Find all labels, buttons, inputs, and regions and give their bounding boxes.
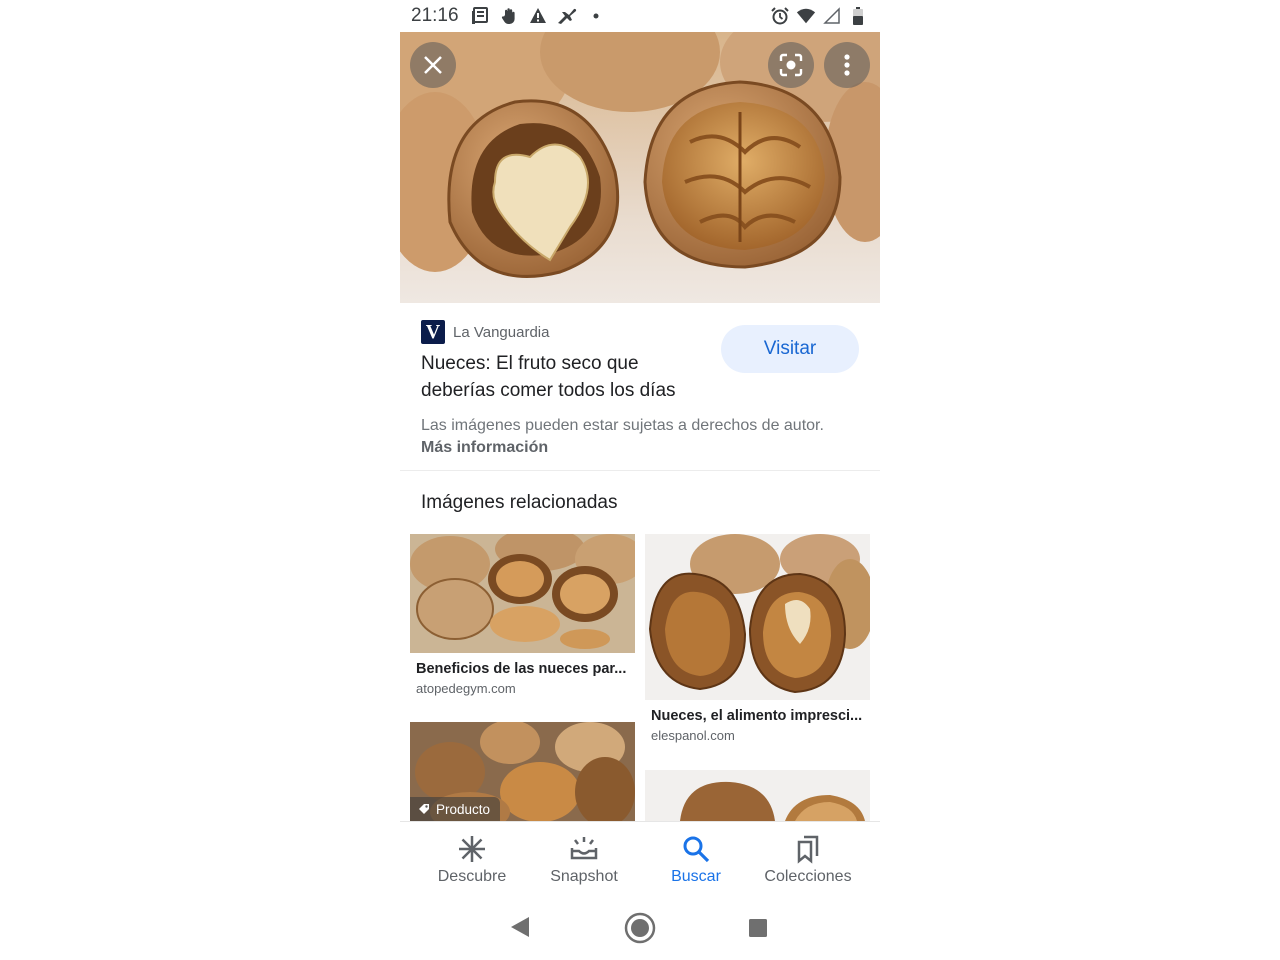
nav-descubre[interactable]: Descubre [416, 822, 528, 897]
battery-icon [848, 6, 868, 26]
status-time: 21:16 [411, 5, 459, 26]
visit-button[interactable]: Visitar [721, 325, 859, 373]
snapshot-icon [570, 837, 598, 860]
copyright-text: Las imágenes pueden estar sujetas a dere… [421, 417, 824, 434]
related-thumbnail [645, 770, 870, 821]
bottom-navigation: Descubre Snapshot Buscar Colecciones [400, 821, 880, 898]
plane-icon [557, 6, 577, 26]
hero-image[interactable] [400, 32, 880, 303]
dot-icon [586, 6, 606, 26]
back-icon[interactable] [509, 915, 531, 939]
alarm-icon [770, 6, 790, 26]
close-button[interactable] [410, 42, 456, 88]
tag-icon [419, 804, 429, 814]
close-icon [424, 56, 442, 74]
lens-icon [779, 53, 803, 77]
related-thumbnail: Producto [410, 722, 635, 821]
phone-screen: 21:16 V La Vanguardia Nueces: El fruto s… [400, 0, 880, 960]
wifi-icon [796, 6, 816, 26]
result-info-card: V La Vanguardia Nueces: El fruto seco qu… [400, 303, 880, 471]
nav-buscar[interactable]: Buscar [640, 822, 752, 897]
related-thumbnail [410, 534, 635, 653]
source-row[interactable]: V La Vanguardia [421, 320, 549, 344]
more-vert-icon [844, 54, 850, 76]
recents-icon[interactable] [748, 918, 768, 938]
product-badge-label: Producto [436, 801, 491, 817]
more-info-link[interactable]: Más información [421, 439, 548, 456]
warning-icon [528, 6, 548, 26]
source-name: La Vanguardia [453, 323, 550, 341]
home-icon[interactable] [624, 912, 656, 944]
related-item[interactable]: Producto [410, 722, 635, 821]
hand-icon [499, 6, 519, 26]
asterisk-icon [459, 836, 485, 862]
related-item-domain: elespanol.com [651, 728, 735, 743]
lens-button[interactable] [768, 42, 814, 88]
related-item[interactable]: Nueces, el alimento impresci... elespano… [645, 534, 870, 743]
more-options-button[interactable] [824, 42, 870, 88]
source-logo: V [421, 320, 445, 344]
product-badge: Producto [410, 797, 501, 821]
nav-label: Colecciones [764, 868, 852, 885]
nav-label: Buscar [671, 868, 721, 885]
related-item[interactable] [645, 770, 870, 821]
news-icon [470, 6, 490, 26]
related-item[interactable]: Beneficios de las nueces par... atopedeg… [410, 534, 635, 696]
collections-icon [797, 835, 819, 864]
related-item-domain: atopedegym.com [416, 681, 516, 696]
status-bar: 21:16 [400, 0, 880, 32]
nav-label: Descubre [437, 868, 507, 885]
nav-colecciones[interactable]: Colecciones [752, 822, 864, 897]
copyright-notice: Las imágenes pueden estar sujetas a dere… [421, 415, 841, 459]
signal-icon [822, 6, 842, 26]
related-thumbnail [645, 534, 870, 700]
related-item-title: Beneficios de las nueces par... [416, 661, 627, 677]
nav-label: Snapshot [550, 868, 618, 885]
related-item-title: Nueces, el alimento impresci... [651, 708, 863, 724]
related-heading: Imágenes relacionadas [421, 492, 618, 513]
search-icon [683, 836, 710, 863]
result-title[interactable]: Nueces: El fruto seco que deberías comer… [421, 350, 711, 404]
nav-snapshot[interactable]: Snapshot [528, 822, 640, 897]
system-navigation-bar [400, 897, 880, 960]
